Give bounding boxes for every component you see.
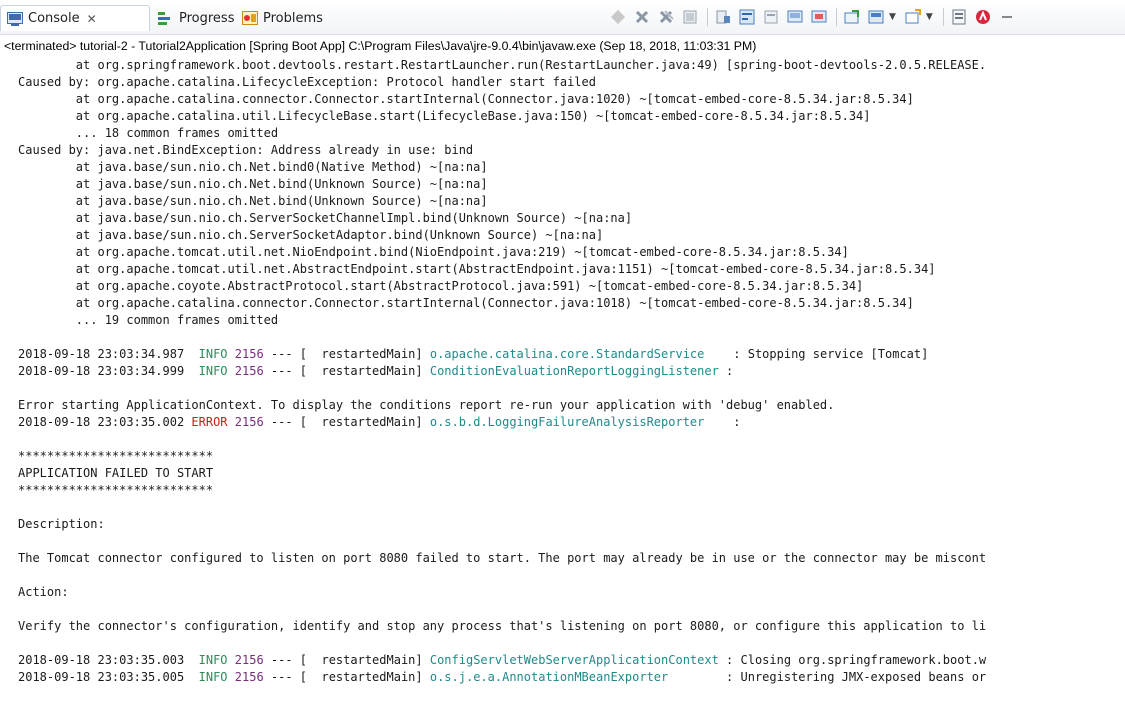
console-output[interactable]: at org.springframework.boot.devtools.res… (0, 57, 1125, 721)
stack-line: at org.apache.catalina.connector.Connect… (18, 92, 914, 106)
view-tab-bar: Console ✕ Progress Problems ▼ ▼ (0, 0, 1125, 35)
log-logger: ConfigServletWebServerApplicationContext (429, 653, 719, 667)
log-message: : Closing org.springframework.boot.w (718, 653, 987, 667)
log-logger: ConditionEvaluationReportLoggingListener (429, 364, 719, 378)
log-logger: o.s.j.e.a.AnnotationMBeanExporter (429, 670, 719, 684)
log-level: INFO (198, 653, 228, 667)
log-line: 2018-09-18 23:03:34.987 INFO 2156 --- [ … (18, 346, 928, 363)
pin-console-icon[interactable] (808, 6, 830, 28)
log-timestamp: 2018-09-18 23:03:34.999 (18, 364, 185, 378)
new-console-icon[interactable] (902, 6, 924, 28)
maximize-icon[interactable] (996, 6, 1018, 28)
log-line: 2018-09-18 23:03:34.999 INFO 2156 --- [ … (18, 363, 733, 380)
log-line: 2018-09-18 23:03:35.003 INFO 2156 --- [ … (18, 652, 986, 669)
log-thread: --- [ restartedMain] (263, 415, 430, 429)
description-heading: Description: (18, 517, 105, 531)
log-message: : (718, 364, 734, 378)
console-process-label: <terminated> tutorial-2 - Tutorial2Appli… (4, 39, 757, 53)
show-stderr-icon[interactable] (784, 6, 806, 28)
error-context-line: Error starting ApplicationContext. To di… (18, 398, 835, 412)
word-wrap-icon[interactable] (736, 6, 758, 28)
chevron-down-icon[interactable]: ▼ (926, 12, 933, 22)
console-toolbar: ▼ ▼ (607, 6, 1020, 28)
log-logger: o.s.b.d.LoggingFailureAnalysisReporter (429, 415, 727, 429)
close-icon[interactable]: ✕ (87, 12, 97, 26)
tab-problems-label: Problems (263, 10, 323, 26)
stack-line: at org.apache.catalina.util.LifecycleBas… (18, 109, 871, 123)
log-message: : Unregistering JMX-exposed beans or (718, 670, 987, 684)
stack-line: at java.base/sun.nio.ch.Net.bind(Unknown… (18, 177, 488, 191)
stack-line: at org.apache.coyote.AbstractProtocol.st… (18, 279, 864, 293)
stack-line: at org.apache.catalina.connector.Connect… (18, 296, 914, 310)
log-logger: o.apache.catalina.core.StandardService (429, 347, 727, 361)
open-console-icon[interactable] (865, 6, 887, 28)
stack-line: at org.apache.tomcat.util.net.AbstractEn… (18, 262, 936, 276)
log-message: : Stopping service [Tomcat] (726, 347, 929, 361)
toolbar-separator (836, 8, 837, 26)
tab-problems[interactable]: Problems (236, 5, 323, 31)
stack-line: Caused by: org.apache.catalina.Lifecycle… (18, 75, 596, 89)
tab-console-label: Console (28, 11, 80, 26)
stack-line: at org.apache.tomcat.util.net.NioEndpoin… (18, 245, 849, 259)
error-log-icon[interactable] (948, 6, 970, 28)
stack-line: at java.base/sun.nio.ch.ServerSocketAdap… (18, 228, 604, 242)
clear-console-icon[interactable] (679, 6, 701, 28)
tab-console[interactable]: Console ✕ (0, 5, 150, 31)
description-text: The Tomcat connector configured to liste… (18, 551, 987, 565)
toolbar-separator (707, 8, 708, 26)
tab-progress[interactable]: Progress (152, 5, 234, 31)
terminate-icon[interactable] (607, 6, 629, 28)
toolbar-separator (942, 8, 944, 26)
stack-line: at java.base/sun.nio.ch.Net.bind(Unknown… (18, 194, 488, 208)
stack-line: at java.base/sun.nio.ch.ServerSocketChan… (18, 211, 633, 225)
console-icon (7, 11, 23, 27)
log-timestamp: 2018-09-18 23:03:35.002 (18, 415, 185, 429)
log-timestamp: 2018-09-18 23:03:35.003 (18, 653, 185, 667)
action-text: Verify the connector's configuration, id… (18, 619, 987, 633)
banner-stars: *************************** (18, 483, 214, 497)
log-level: INFO (198, 670, 228, 684)
progress-icon (158, 10, 174, 26)
show-stdout-icon[interactable] (760, 6, 782, 28)
stack-line: ... 18 common frames omitted (18, 126, 279, 140)
log-pid: 2156 (234, 347, 264, 361)
stack-line: at org.springframework.boot.devtools.res… (18, 58, 987, 72)
chevron-down-icon[interactable]: ▼ (889, 12, 896, 22)
remove-launch-icon[interactable] (631, 6, 653, 28)
stack-line: at java.base/sun.nio.ch.Net.bind0(Native… (18, 160, 488, 174)
log-thread: --- [ restartedMain] (263, 670, 430, 684)
scroll-lock-icon[interactable] (712, 6, 734, 28)
log-thread: --- [ restartedMain] (263, 364, 430, 378)
log-pid: 2156 (234, 653, 264, 667)
banner-stars: *************************** (18, 449, 214, 463)
log-level: ERROR (191, 415, 228, 429)
remove-all-terminated-icon[interactable] (655, 6, 677, 28)
tab-progress-label: Progress (179, 10, 235, 26)
log-message: : (726, 415, 741, 429)
stack-line: ... 19 common frames omitted (18, 313, 279, 327)
banner-title: APPLICATION FAILED TO START (18, 466, 214, 480)
log-pid: 2156 (234, 670, 264, 684)
log-timestamp: 2018-09-18 23:03:34.987 (18, 347, 185, 361)
log-thread: --- [ restartedMain] (263, 347, 430, 361)
minimize-icon[interactable] (972, 6, 994, 28)
log-pid: 2156 (234, 364, 264, 378)
log-line: 2018-09-18 23:03:35.005 INFO 2156 --- [ … (18, 669, 986, 686)
stack-line: Caused by: java.net.BindException: Addre… (18, 143, 474, 157)
log-thread: --- [ restartedMain] (263, 653, 430, 667)
log-pid: 2156 (234, 415, 264, 429)
log-timestamp: 2018-09-18 23:03:35.005 (18, 670, 185, 684)
problems-icon (242, 10, 258, 26)
action-heading: Action: (18, 585, 69, 599)
log-level: INFO (198, 364, 228, 378)
log-level: INFO (198, 347, 228, 361)
log-line: 2018-09-18 23:03:35.002 ERROR 2156 --- [… (18, 414, 741, 431)
display-selected-console-icon[interactable] (841, 6, 863, 28)
